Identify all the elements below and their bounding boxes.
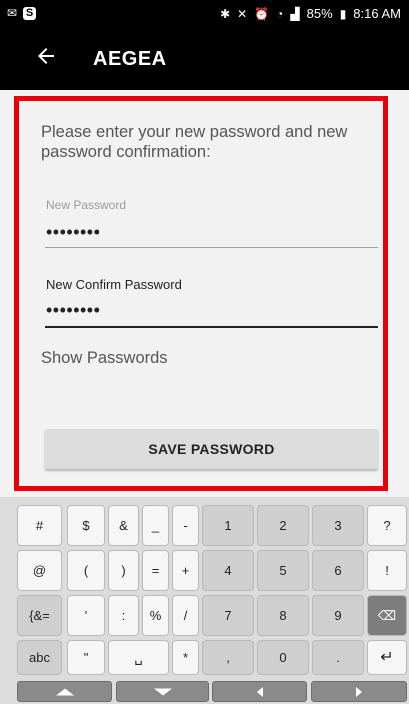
battery-icon: ▮	[339, 6, 347, 21]
key-4[interactable]: 4	[202, 550, 254, 591]
key-ampersand[interactable]: &	[108, 505, 139, 546]
app-bar: AEGEA	[0, 28, 409, 90]
key-7[interactable]: 7	[202, 595, 254, 636]
triangle-left-icon	[256, 686, 263, 697]
key-hash[interactable]: #	[17, 505, 62, 546]
key-8[interactable]: 8	[257, 595, 309, 636]
key-plus[interactable]: +	[172, 550, 199, 591]
keyboard: # $ & _ - 1 2 3 ? @ ( ) = + 4 5 6 ! {&= …	[0, 497, 409, 704]
mute-icon: ✕	[237, 6, 248, 21]
samsung-s-icon: S	[23, 6, 37, 20]
key-paren-open[interactable]: (	[67, 550, 105, 591]
key-period[interactable]: .	[312, 640, 364, 675]
confirm-password-input[interactable]: ••••••••	[46, 300, 100, 321]
mail-icon: ✉	[7, 6, 18, 20]
status-time: 8:16 AM	[353, 6, 401, 21]
key-comma[interactable]: ,	[202, 640, 254, 675]
backspace-icon[interactable]: ⌫	[367, 595, 407, 636]
key-double-quote[interactable]: "	[67, 640, 105, 675]
show-passwords-toggle[interactable]: Show Passwords	[41, 349, 168, 368]
key-5[interactable]: 5	[257, 550, 309, 591]
key-minus[interactable]: -	[172, 505, 199, 546]
battery-percent: 85%	[306, 6, 333, 21]
confirm-password-label: New Confirm Password	[46, 277, 182, 292]
cursor-down-key[interactable]	[116, 681, 209, 702]
key-9[interactable]: 9	[312, 595, 364, 636]
app-title: AEGEA	[93, 48, 167, 70]
signal-icon: ▟	[290, 6, 300, 21]
alarm-icon: ⏰	[254, 6, 270, 21]
key-symbols-toggle[interactable]: {&=	[17, 595, 62, 636]
new-password-input[interactable]: ••••••••	[46, 222, 100, 243]
key-paren-close[interactable]: )	[108, 550, 139, 591]
key-exclamation[interactable]: !	[367, 550, 407, 591]
key-colon[interactable]: :	[108, 595, 139, 636]
key-6[interactable]: 6	[312, 550, 364, 591]
key-2[interactable]: 2	[257, 505, 309, 546]
triangle-right-icon	[356, 686, 362, 697]
new-password-underline	[45, 247, 378, 248]
space-key[interactable]: ␣	[108, 640, 169, 675]
key-apostrophe[interactable]: '	[67, 595, 105, 636]
triangle-up-icon	[55, 688, 74, 695]
cursor-up-key[interactable]	[17, 681, 112, 702]
enter-icon[interactable]: ↵	[367, 640, 407, 675]
key-equals[interactable]: =	[142, 550, 169, 591]
cursor-right-key[interactable]	[311, 681, 407, 702]
key-dollar[interactable]: $	[67, 505, 105, 546]
key-percent[interactable]: %	[142, 595, 169, 636]
back-arrow-icon[interactable]	[34, 44, 58, 68]
key-underscore[interactable]: _	[142, 505, 169, 546]
key-1[interactable]: 1	[202, 505, 254, 546]
instructions-text: Please enter your new password and new p…	[41, 123, 348, 161]
status-bar: ✉ S ✱ ✕ ⏰ ◔ ▟ 85% ▮ 8:16 AM	[0, 0, 409, 28]
key-asterisk[interactable]: *	[172, 640, 199, 675]
key-abc[interactable]: abc	[17, 640, 62, 675]
key-3[interactable]: 3	[312, 505, 364, 546]
wifi-icon: ◔	[276, 6, 284, 21]
new-password-label: New Password	[46, 198, 127, 212]
key-slash[interactable]: /	[172, 595, 199, 636]
key-at[interactable]: @	[17, 550, 62, 591]
save-password-button[interactable]: SAVE PASSWORD	[45, 429, 378, 469]
triangle-down-icon	[153, 688, 172, 695]
confirm-password-underline	[45, 326, 378, 328]
key-question[interactable]: ?	[367, 505, 407, 546]
bluetooth-icon: ✱	[220, 6, 231, 21]
key-0[interactable]: 0	[257, 640, 309, 675]
cursor-left-key[interactable]	[212, 681, 307, 702]
